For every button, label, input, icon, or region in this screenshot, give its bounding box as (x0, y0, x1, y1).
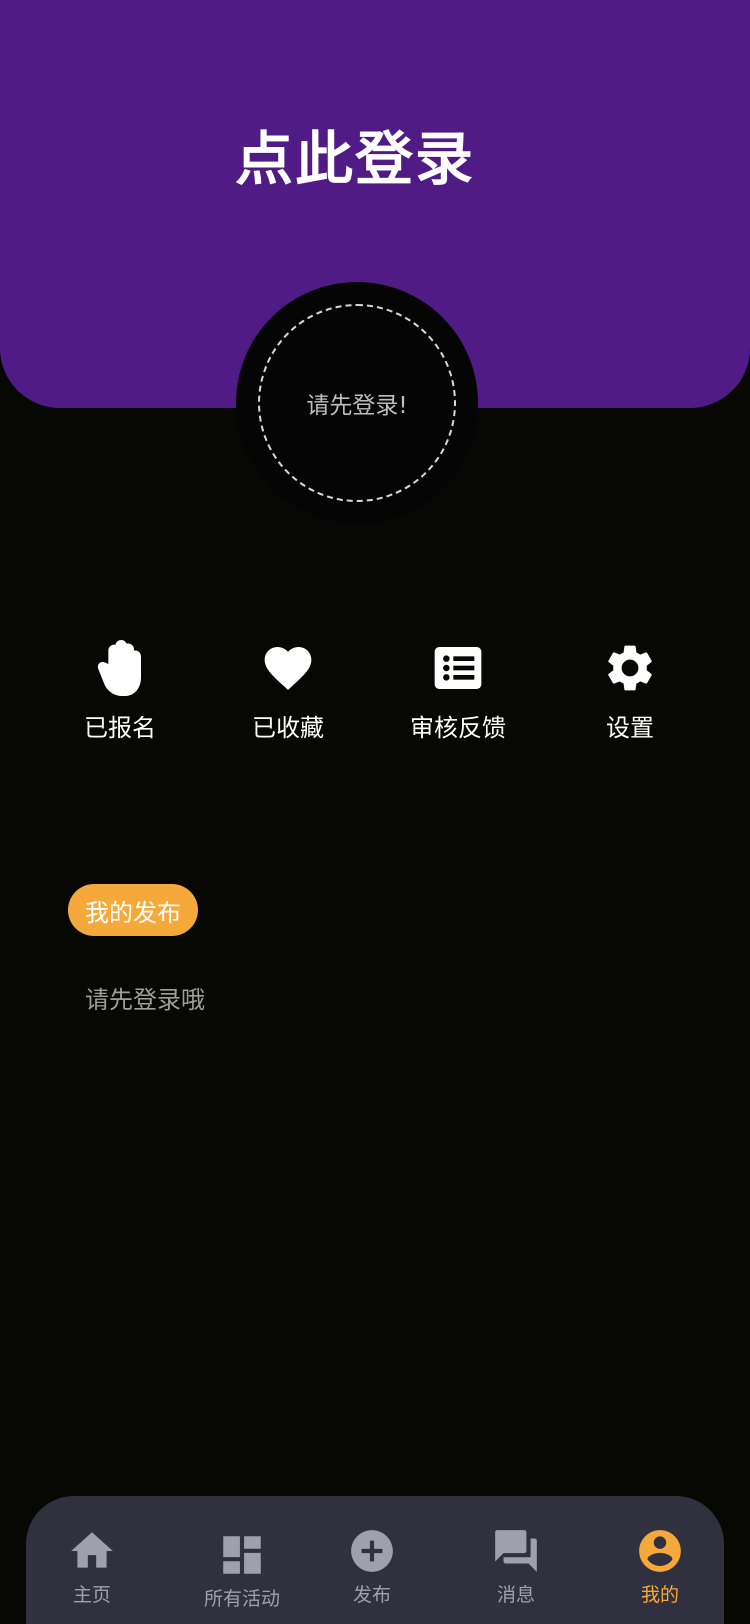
quick-action-favorites[interactable]: 已收藏 (218, 640, 358, 743)
home-icon (71, 1532, 113, 1568)
tab-label: 所有活动 (203, 1588, 280, 1610)
my-posts-tab[interactable]: 我的发布 (68, 884, 198, 936)
tab-label: 主页 (72, 1584, 111, 1606)
tab-mine[interactable]: 我的 (600, 1526, 720, 1607)
quick-action-review-feedback[interactable]: 审核反馈 (388, 640, 528, 743)
quick-action-label: 设置 (606, 714, 654, 742)
tab-publish[interactable]: 发布 (312, 1526, 432, 1607)
heart-icon (264, 647, 312, 690)
quick-action-label: 已报名 (84, 714, 156, 742)
add-circle-icon (351, 1530, 393, 1572)
tab-messages[interactable]: 消息 (456, 1526, 576, 1607)
gear-icon (608, 645, 652, 691)
avatar[interactable]: 请先登录! (236, 282, 478, 524)
quick-actions: 已报名 已收藏 审核反馈 设置 (0, 640, 750, 750)
login-title[interactable]: 点此登录 (0, 112, 710, 196)
hand-icon (97, 640, 141, 696)
list-icon (434, 647, 482, 689)
dashboard-icon (223, 1536, 261, 1574)
avatar-login-prompt[interactable]: 请先登录! (258, 304, 456, 502)
quick-action-label: 已收藏 (252, 714, 324, 742)
tab-all-activities[interactable]: 所有活动 (182, 1530, 302, 1611)
quick-action-registered[interactable]: 已报名 (50, 640, 190, 743)
tab-label: 发布 (352, 1584, 391, 1606)
empty-state-text: 请先登录哦 (85, 986, 205, 1014)
tab-label: 消息 (496, 1584, 535, 1606)
quick-action-settings[interactable]: 设置 (560, 640, 700, 743)
tab-label: 我的 (640, 1584, 679, 1606)
account-icon (639, 1530, 681, 1572)
bottom-tab-bar: 主页 所有活动 发布 消息 我的 (26, 1496, 724, 1624)
tab-home[interactable]: 主页 (32, 1526, 152, 1607)
quick-action-label: 审核反馈 (410, 714, 506, 742)
chat-icon (495, 1530, 537, 1572)
